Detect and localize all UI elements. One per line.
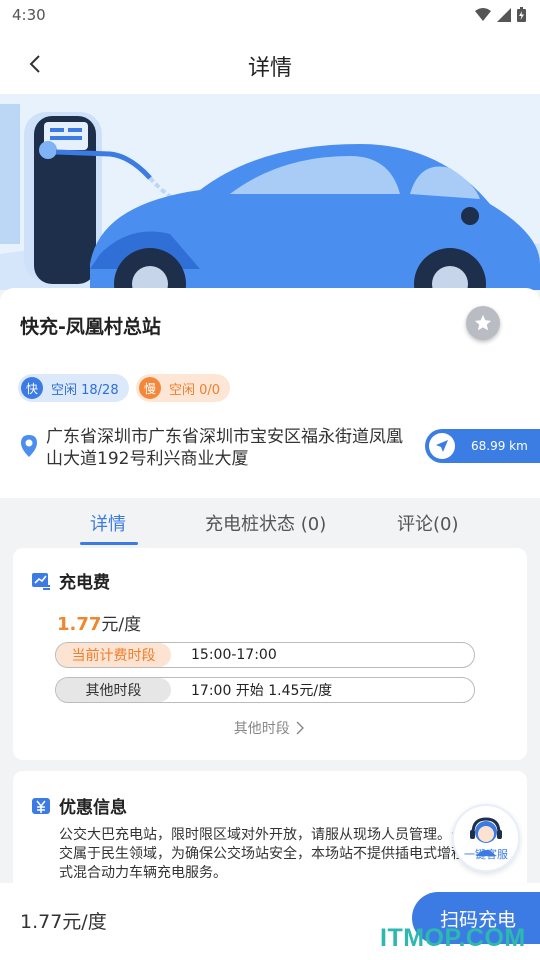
favorite-button[interactable] bbox=[466, 306, 500, 340]
station-name: 快充-凤凰村总站 bbox=[20, 316, 161, 338]
other-period-value: 17:00 开始 1.45元/度 bbox=[191, 683, 333, 699]
top-nav-bar: 详情 bbox=[0, 32, 540, 94]
fast-charger-availability: 空闲 18/28 bbox=[51, 382, 119, 398]
status-bar: 4:30 bbox=[0, 0, 540, 32]
slow-charger-tag: 慢 空闲 0/0 bbox=[136, 374, 231, 402]
tab-charger-status[interactable]: 充电桩状态 (0) bbox=[205, 510, 326, 536]
current-period-row: 当前计费时段 15:00-17:00 bbox=[55, 642, 475, 668]
fast-charger-tag: 快 空闲 18/28 bbox=[18, 374, 129, 402]
promotion-header: 优惠信息 bbox=[31, 793, 127, 818]
distance-label: 68.99 km bbox=[471, 439, 528, 453]
navigation-arrow-icon bbox=[429, 433, 455, 459]
current-period-label: 当前计费时段 bbox=[56, 643, 171, 667]
charging-fee-title: 充电费 bbox=[59, 573, 110, 593]
chevron-right-icon bbox=[296, 721, 305, 735]
wifi-icon bbox=[475, 7, 491, 21]
battery-icon bbox=[517, 7, 526, 22]
other-period-row: 其他时段 17:00 开始 1.45元/度 bbox=[55, 677, 475, 703]
bottom-price: 1.77元/度 bbox=[20, 911, 107, 933]
signal-icon bbox=[497, 7, 511, 22]
unit-price-unit: 元/度 bbox=[101, 615, 142, 635]
fast-charge-icon: 快 bbox=[21, 377, 43, 399]
watermark-text: ITMOP.COM bbox=[380, 924, 526, 952]
navigate-button[interactable]: 68.99 km bbox=[425, 429, 540, 463]
location-pin-icon bbox=[21, 435, 37, 457]
tab-details[interactable]: 详情 bbox=[90, 510, 126, 536]
charging-fee-card: 充电费 1.77元/度 当前计费时段 15:00-17:00 其他时段 17:0… bbox=[13, 548, 527, 760]
tab-comments[interactable]: 评论(0) bbox=[397, 510, 459, 536]
charging-fee-header: 充电费 bbox=[31, 568, 110, 593]
customer-service-button[interactable]: 一键客服 bbox=[452, 804, 520, 872]
unit-price-value: 1.77 bbox=[57, 614, 102, 635]
detail-tabs: 详情 充电桩状态 (0) 评论(0) bbox=[0, 498, 540, 550]
fee-chart-icon bbox=[32, 572, 50, 590]
unit-price: 1.77元/度 bbox=[57, 610, 141, 635]
status-time: 4:30 bbox=[12, 6, 46, 24]
other-periods-link-label: 其他时段 bbox=[233, 721, 290, 737]
station-info-card: 快充-凤凰村总站 快 空闲 18/28 慢 空闲 0/0 广东省深圳市广东省深圳… bbox=[0, 288, 540, 498]
slow-charge-icon: 慢 bbox=[139, 377, 161, 399]
other-periods-link[interactable]: 其他时段 bbox=[13, 718, 527, 738]
star-icon bbox=[474, 314, 492, 331]
status-icons bbox=[475, 7, 526, 22]
promotion-text: 公交大巴充电站，限时限区域对外开放，请服从现场人员管理。公交属于民生领域，为确保… bbox=[59, 827, 465, 881]
current-period-value: 15:00-17:00 bbox=[191, 647, 277, 663]
other-period-label: 其他时段 bbox=[56, 678, 171, 702]
yuan-coupon-icon bbox=[32, 797, 50, 814]
promotion-title: 优惠信息 bbox=[59, 798, 127, 818]
slow-charger-availability: 空闲 0/0 bbox=[169, 382, 221, 398]
active-tab-indicator bbox=[80, 542, 138, 545]
station-banner-image bbox=[0, 94, 540, 290]
station-address: 广东省深圳市广东省深圳市宝安区福永街道凤凰山大道192号利兴商业大厦 bbox=[46, 427, 403, 469]
customer-service-label: 一键客服 bbox=[464, 848, 508, 861]
page-title: 详情 bbox=[247, 56, 292, 81]
